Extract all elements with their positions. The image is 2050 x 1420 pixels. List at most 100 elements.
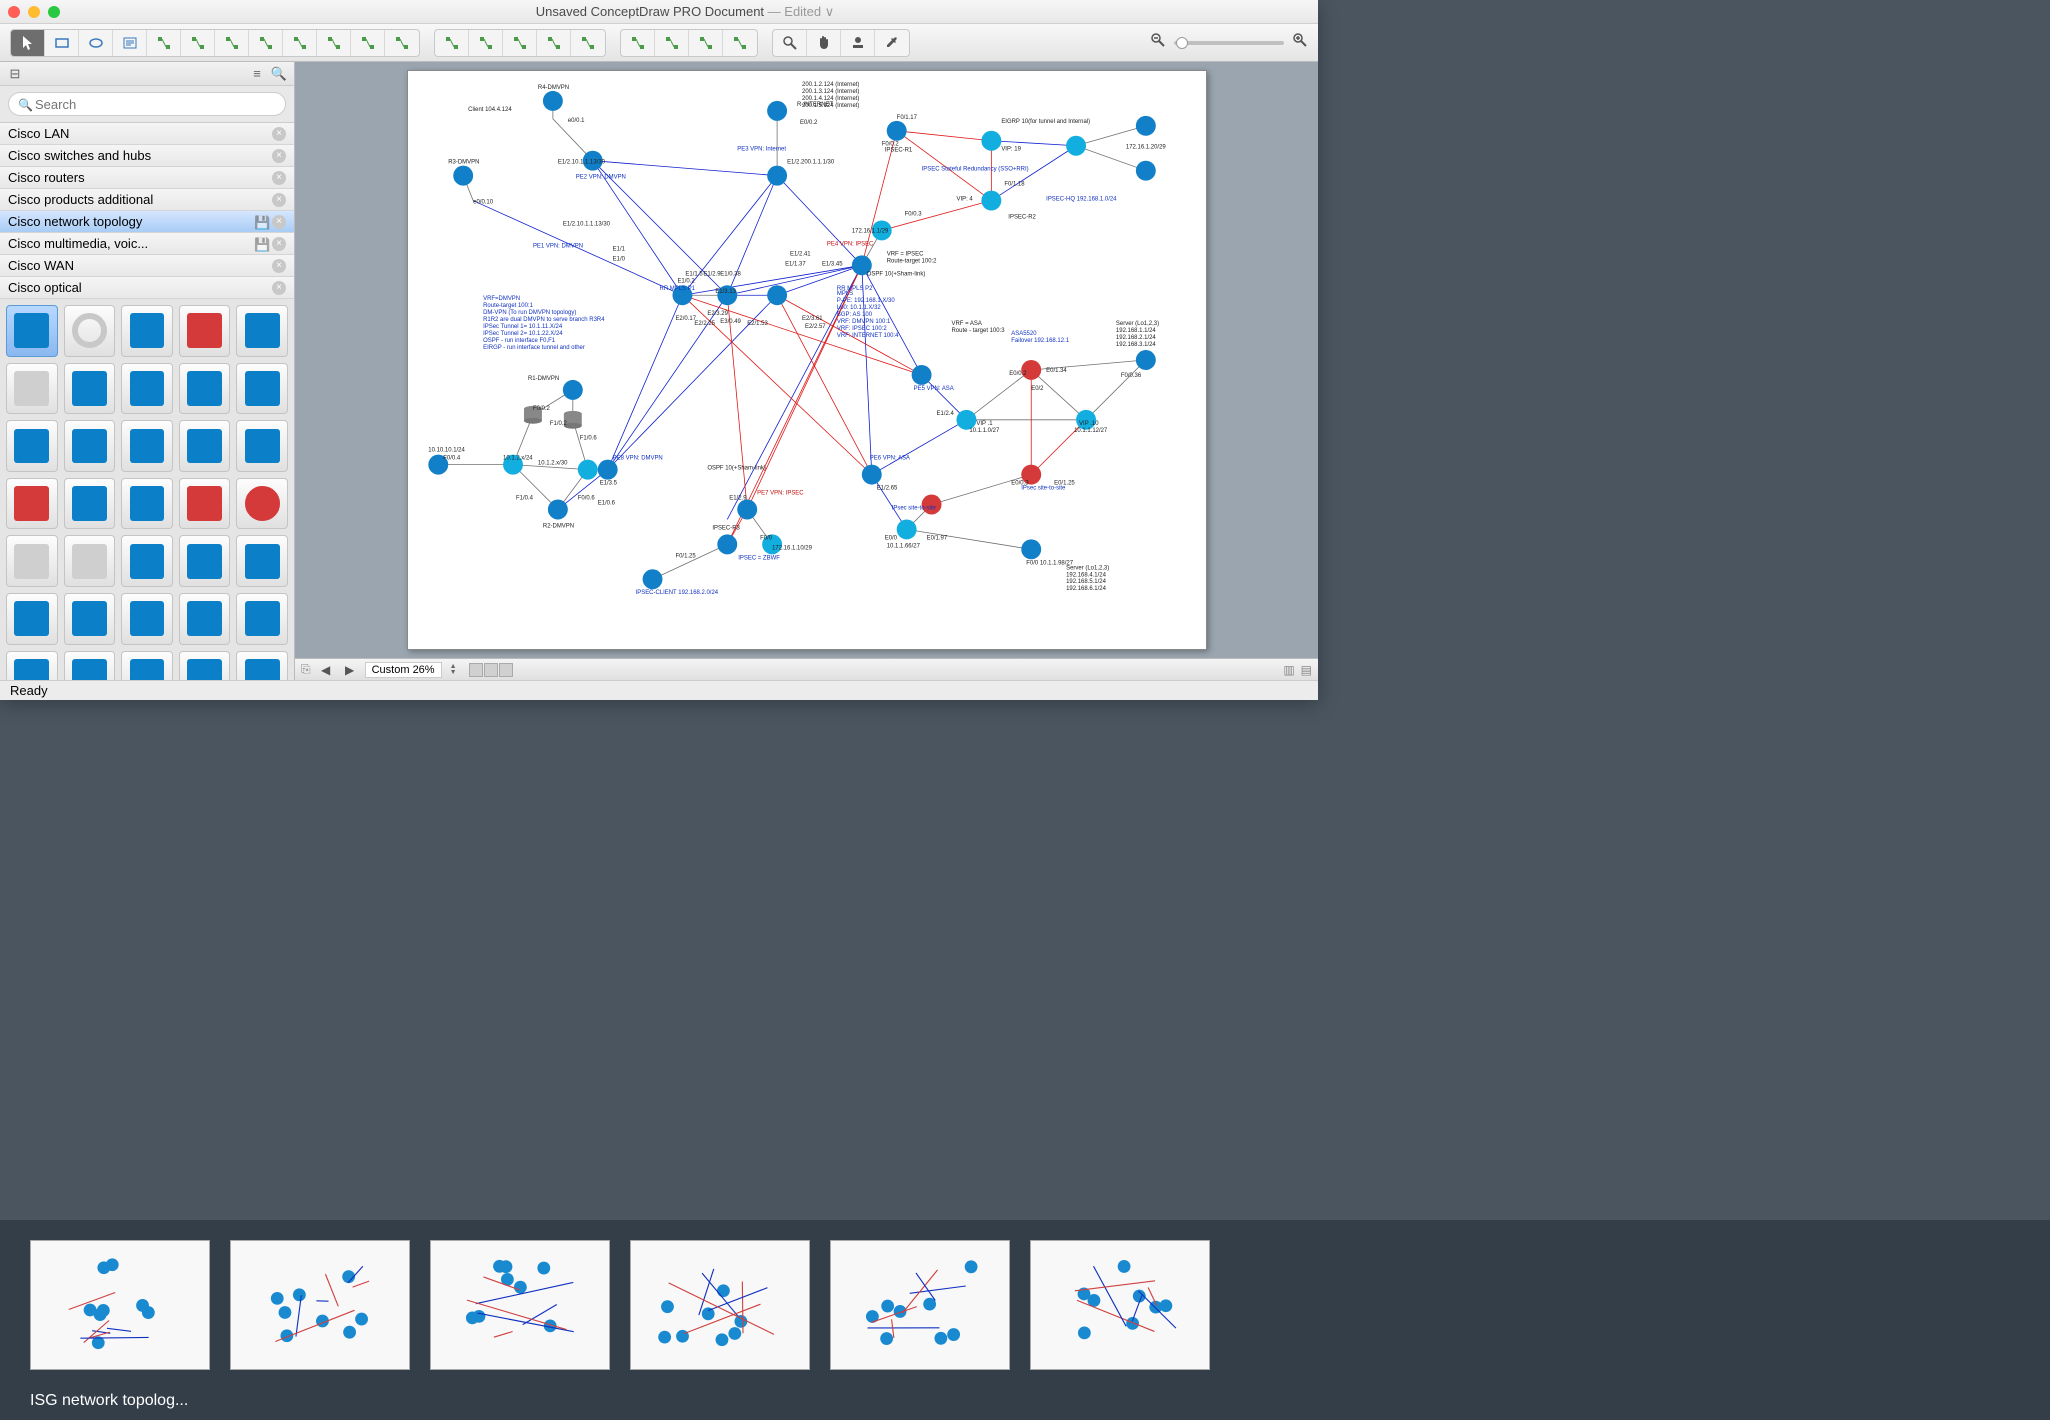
prev-page-button[interactable]: ◀ bbox=[317, 662, 335, 678]
shape-stencil[interactable] bbox=[179, 478, 231, 530]
shape-stencil[interactable] bbox=[179, 305, 231, 357]
shape-stencil[interactable] bbox=[236, 651, 288, 680]
chain-tool[interactable] bbox=[351, 30, 385, 56]
shape-stencil[interactable] bbox=[236, 593, 288, 645]
line-free-tool[interactable] bbox=[571, 30, 605, 56]
zoom-in-button[interactable] bbox=[1292, 32, 1308, 53]
connector-tree-tool[interactable] bbox=[283, 30, 317, 56]
shape-stencil[interactable] bbox=[236, 363, 288, 415]
shape-stencil[interactable] bbox=[236, 478, 288, 530]
layout-toggle-1[interactable]: ▥ bbox=[1283, 663, 1294, 677]
next-page-button[interactable]: ▶ bbox=[341, 662, 359, 678]
close-library-icon[interactable]: × bbox=[272, 149, 286, 163]
eyedropper-tool[interactable] bbox=[875, 30, 909, 56]
shape-stencil[interactable] bbox=[179, 651, 231, 680]
shape-stencil[interactable] bbox=[236, 305, 288, 357]
library-item[interactable]: Cisco optical× bbox=[0, 277, 294, 299]
shape-stencil[interactable] bbox=[121, 651, 173, 680]
stamp-tool[interactable] bbox=[841, 30, 875, 56]
shape-stencil[interactable] bbox=[64, 478, 116, 530]
shape-stencil[interactable] bbox=[6, 363, 58, 415]
zoom-level-select[interactable]: Custom 26% bbox=[365, 662, 442, 678]
search-input[interactable] bbox=[8, 92, 286, 116]
shape-stencil[interactable] bbox=[121, 305, 173, 357]
sidebar-mode-list[interactable]: ≡ bbox=[246, 65, 268, 83]
shape-stencil[interactable] bbox=[121, 478, 173, 530]
close-library-icon[interactable]: × bbox=[272, 237, 286, 251]
connector-branch-tool[interactable] bbox=[249, 30, 283, 56]
shape-stencil[interactable] bbox=[64, 593, 116, 645]
rect-tool[interactable] bbox=[45, 30, 79, 56]
library-item[interactable]: Cisco WAN× bbox=[0, 255, 294, 277]
shape-stencil[interactable] bbox=[6, 478, 58, 530]
zoom-slider[interactable] bbox=[1174, 41, 1284, 45]
ellipse-tool[interactable] bbox=[79, 30, 113, 56]
shape-stencil[interactable] bbox=[236, 535, 288, 587]
line-bezier-tool[interactable] bbox=[503, 30, 537, 56]
sidebar-mode-outline[interactable]: ⊟ bbox=[4, 65, 26, 83]
shape-stencil[interactable] bbox=[6, 651, 58, 680]
shape-stencil[interactable] bbox=[121, 535, 173, 587]
library-item[interactable]: Cisco LAN× bbox=[0, 123, 294, 145]
align-tool[interactable] bbox=[689, 30, 723, 56]
shape-stencil[interactable] bbox=[64, 420, 116, 472]
canvas-area[interactable]: R4-DMVPNR3-DMVPNR-INTERNETR2-DMVPNR1-DMV… bbox=[295, 62, 1318, 680]
zoom-out-button[interactable] bbox=[1150, 32, 1166, 53]
line-arc-tool[interactable] bbox=[469, 30, 503, 56]
close-window-button[interactable] bbox=[8, 6, 20, 18]
title-chevron-icon[interactable]: ∨ bbox=[825, 4, 835, 19]
shape-stencil[interactable] bbox=[236, 420, 288, 472]
shape-stencil[interactable] bbox=[179, 420, 231, 472]
group-tool[interactable] bbox=[621, 30, 655, 56]
close-library-icon[interactable]: × bbox=[272, 259, 286, 273]
shape-stencil[interactable] bbox=[179, 363, 231, 415]
save-icon[interactable]: 💾 bbox=[254, 237, 268, 251]
distribute-tool[interactable] bbox=[723, 30, 757, 56]
gallery-thumb[interactable] bbox=[830, 1240, 1010, 1370]
panel-toggle-icon[interactable]: ⎘ bbox=[301, 662, 311, 677]
shape-stencil[interactable] bbox=[121, 593, 173, 645]
connector-curve-tool[interactable] bbox=[181, 30, 215, 56]
line-poly-tool[interactable] bbox=[537, 30, 571, 56]
shape-stencil[interactable] bbox=[6, 420, 58, 472]
shape-stencil[interactable] bbox=[64, 651, 116, 680]
shape-stencil[interactable] bbox=[64, 535, 116, 587]
gallery-thumb[interactable] bbox=[1030, 1240, 1210, 1370]
gallery-thumb[interactable] bbox=[430, 1240, 610, 1370]
close-library-icon[interactable]: × bbox=[272, 215, 286, 229]
sidebar-mode-search[interactable]: 🔍 bbox=[268, 65, 290, 83]
shape-stencil[interactable] bbox=[6, 535, 58, 587]
shape-stencil[interactable] bbox=[64, 363, 116, 415]
shape-stencil[interactable] bbox=[64, 305, 116, 357]
pointer-tool[interactable] bbox=[11, 30, 45, 56]
shape-stencil[interactable] bbox=[121, 363, 173, 415]
gallery-thumb[interactable] bbox=[630, 1240, 810, 1370]
close-library-icon[interactable]: × bbox=[272, 171, 286, 185]
layout-toggle-2[interactable]: ▤ bbox=[1301, 663, 1312, 677]
shape-stencil[interactable] bbox=[179, 593, 231, 645]
library-item[interactable]: Cisco network topology💾× bbox=[0, 211, 294, 233]
text-tool[interactable] bbox=[113, 30, 147, 56]
line-straight-tool[interactable] bbox=[435, 30, 469, 56]
ungroup-tool[interactable] bbox=[655, 30, 689, 56]
connector-l-tool[interactable] bbox=[147, 30, 181, 56]
shape-stencil[interactable] bbox=[6, 593, 58, 645]
page-tool[interactable] bbox=[385, 30, 419, 56]
library-item[interactable]: Cisco multimedia, voic...💾× bbox=[0, 233, 294, 255]
shape-stencil[interactable] bbox=[6, 305, 58, 357]
magnify-tool[interactable] bbox=[773, 30, 807, 56]
gallery-thumb[interactable] bbox=[230, 1240, 410, 1370]
close-library-icon[interactable]: × bbox=[272, 127, 286, 141]
library-item[interactable]: Cisco products additional× bbox=[0, 189, 294, 211]
shape-stencil[interactable] bbox=[121, 420, 173, 472]
connector-step-tool[interactable] bbox=[215, 30, 249, 56]
close-library-icon[interactable]: × bbox=[272, 281, 286, 295]
page-thumbstrip[interactable] bbox=[469, 663, 513, 677]
minimize-window-button[interactable] bbox=[28, 6, 40, 18]
shape-stencil[interactable] bbox=[179, 535, 231, 587]
zoom-stepper[interactable]: ▲▼ bbox=[450, 664, 457, 676]
drawing-page[interactable]: R4-DMVPNR3-DMVPNR-INTERNETR2-DMVPNR1-DMV… bbox=[407, 70, 1207, 650]
connector-ortho-tool[interactable] bbox=[317, 30, 351, 56]
library-item[interactable]: Cisco switches and hubs× bbox=[0, 145, 294, 167]
save-icon[interactable]: 💾 bbox=[254, 215, 268, 229]
